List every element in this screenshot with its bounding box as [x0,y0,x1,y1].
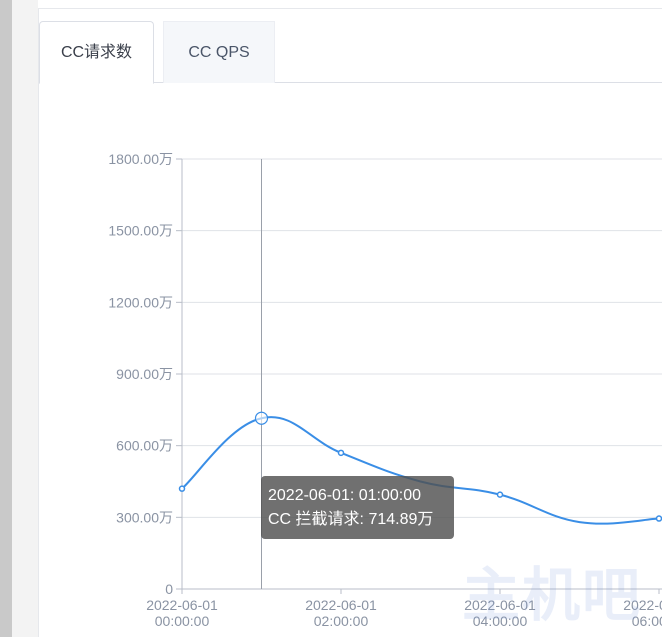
y-tick-label: 1200.00万 [108,294,173,310]
data-point-hovered [254,411,269,425]
data-point [496,491,504,498]
watermark-logo: 主机吧 [462,561,643,629]
x-tick-time: 02:00:00 [314,613,369,629]
x-tick-date: 2022-06-01 [146,597,218,613]
data-point [178,485,186,492]
data-point [655,515,662,522]
x-tick-date: 2022-06-01 [305,597,377,613]
y-tick-label: 0 [165,581,173,597]
y-tick-label: 1800.00万 [108,151,173,167]
x-tick-time: 00:00:00 [155,613,210,629]
tooltip-value: CC 拦截请求: 714.89万 [268,511,434,528]
tooltip-time: 2022-06-01: 01:00:00 [268,487,422,504]
data-point [337,449,345,457]
y-tick-label: 300.00万 [116,509,173,525]
y-tick-label: 900.00万 [116,366,173,382]
y-axis-labels: 0 300.00万 600.00万 900.00万 1200.00万 1500.00万 18… [108,151,173,597]
chart-tooltip: 2022-06-01: 01:00:00 CC 拦截请求: 714.89万 [261,476,454,539]
y-tick-label: 600.00万 [116,438,173,454]
line-chart: 0 300.00万 600.00万 900.00万 1200.00万 1500.00万 18… [108,151,662,629]
y-tick-label: 1500.00万 [108,223,173,239]
